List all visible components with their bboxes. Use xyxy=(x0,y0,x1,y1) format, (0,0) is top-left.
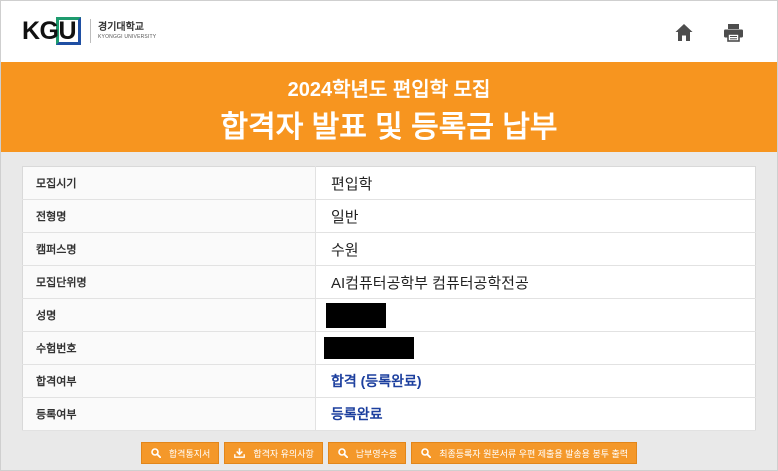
result-page: KGU 경기대학교 KYONGGI UNIVERSITY 2024학년도 편입학… xyxy=(0,0,778,471)
row-applicant-name: 성명 xyxy=(22,298,756,332)
button-label: 합격자 유의사항 xyxy=(253,448,314,459)
admission-notice-button[interactable]: 합격자 유의사항 xyxy=(224,442,323,464)
logo-name-korean: 경기대학교 xyxy=(98,21,144,33)
search-icon xyxy=(421,448,432,458)
pass-status-value: 합격 (등록완료) xyxy=(315,364,756,398)
logo-name-english: KYONGGI UNIVERSITY xyxy=(98,33,157,40)
result-content: 모집시기 편입학 전형명 일반 캠퍼스명 수원 모집단위명 AI컴퓨터공학부 컴… xyxy=(1,152,777,464)
payment-receipt-button[interactable]: 납부영수증 xyxy=(327,442,407,464)
row-campus: 캠퍼스명 수원 xyxy=(22,232,756,266)
row-label: 합격여부 xyxy=(22,364,316,398)
site-header: KGU 경기대학교 KYONGGI UNIVERSITY xyxy=(1,1,777,62)
row-label: 수험번호 xyxy=(22,331,316,365)
row-value xyxy=(315,298,756,332)
row-exam-number: 수험번호 xyxy=(22,331,756,365)
row-value: 일반 xyxy=(315,199,756,233)
search-icon xyxy=(337,448,348,458)
banner-subtitle: 2024학년도 편입학 모집 xyxy=(287,79,491,101)
row-value: 편입학 xyxy=(315,166,756,200)
row-label: 캠퍼스명 xyxy=(22,232,316,266)
logo-mark: KGU xyxy=(22,17,77,45)
button-label: 합격통지서 xyxy=(168,448,211,459)
logo-text: 경기대학교 KYONGGI UNIVERSITY xyxy=(98,22,156,41)
row-label: 모집단위명 xyxy=(22,265,316,299)
home-icon xyxy=(675,24,693,41)
row-value: AI컴퓨터공학부 컴퓨터공학전공 xyxy=(315,265,756,299)
button-label: 납부영수증 xyxy=(355,448,398,459)
print-button[interactable] xyxy=(723,23,744,47)
action-buttons: 합격통지서 합격자 유의사항 납부영수증 최종등록자 원본서류 우편 제출용 발… xyxy=(22,442,756,464)
redacted-exam-number-block xyxy=(324,337,414,359)
registration-status-value: 등록완료 xyxy=(315,397,756,431)
applicant-info-table: 모집시기 편입학 전형명 일반 캠퍼스명 수원 모집단위명 AI컴퓨터공학부 컴… xyxy=(22,166,756,431)
kgu-logo[interactable]: KGU 경기대학교 KYONGGI UNIVERSITY xyxy=(22,15,156,47)
row-label: 등록여부 xyxy=(22,397,316,431)
mailing-envelope-print-button[interactable]: 최종등록자 원본서류 우편 제출용 발송용 봉투 출력 xyxy=(411,442,638,464)
logo-mark-wrap: KGU xyxy=(22,16,82,46)
row-pass-status: 합격여부 합격 (등록완료) xyxy=(22,364,756,398)
search-icon xyxy=(151,448,161,458)
page-title: 합격자 발표 및 등록금 납부 xyxy=(220,111,558,144)
print-icon xyxy=(724,24,743,42)
redacted-name-block xyxy=(326,302,386,328)
row-label: 모집시기 xyxy=(22,166,316,200)
row-label: 성명 xyxy=(22,298,316,332)
row-recruitment-unit: 모집단위명 AI컴퓨터공학부 컴퓨터공학전공 xyxy=(22,265,756,299)
row-registration-status: 등록여부 등록완료 xyxy=(22,397,756,431)
page-banner: 2024학년도 편입학 모집 합격자 발표 및 등록금 납부 xyxy=(1,62,777,152)
acceptance-letter-button[interactable]: 합격통지서 xyxy=(140,442,220,464)
button-label: 최종등록자 원본서류 우편 제출용 발송용 봉투 출력 xyxy=(439,448,629,459)
download-icon xyxy=(234,448,246,458)
logo-divider xyxy=(90,19,91,43)
home-button[interactable] xyxy=(675,23,693,47)
row-value: 수원 xyxy=(315,232,756,266)
row-value xyxy=(315,331,756,365)
row-label: 전형명 xyxy=(22,199,316,233)
row-recruitment-period: 모집시기 편입학 xyxy=(22,166,756,200)
row-admission-type: 전형명 일반 xyxy=(22,199,756,233)
